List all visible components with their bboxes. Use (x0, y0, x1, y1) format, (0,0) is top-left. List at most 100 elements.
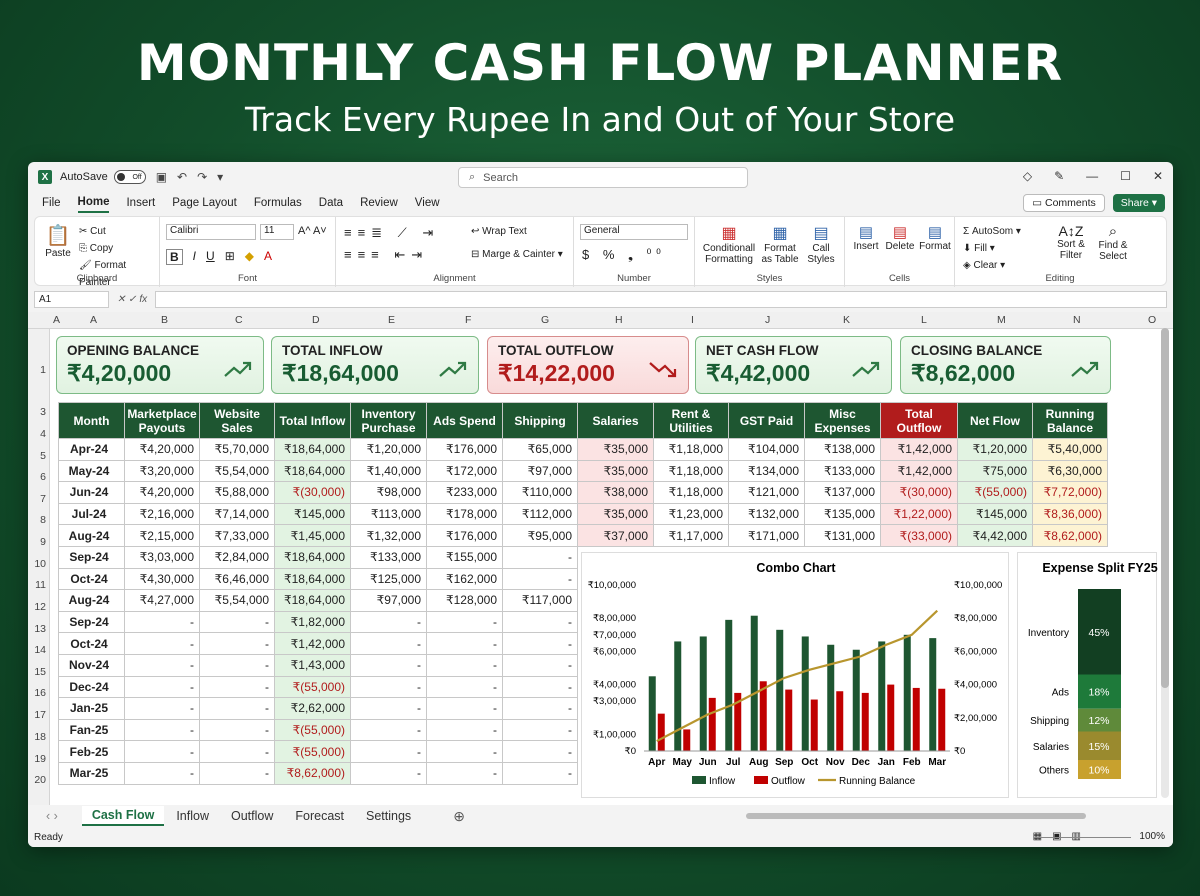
table-cell[interactable]: ₹1,40,000 (350, 459, 427, 483)
table-cell[interactable]: - (502, 567, 578, 591)
sheet-tab-settings[interactable]: Settings (356, 807, 421, 825)
column-title[interactable]: Rent & Utilities (653, 402, 729, 439)
row-header[interactable]: 7 (40, 493, 46, 505)
table-cell[interactable]: - (502, 718, 578, 742)
column-header[interactable]: B (161, 314, 168, 326)
border-icon[interactable]: ⊞ (225, 249, 235, 265)
table-cell[interactable]: ₹35,000 (577, 438, 654, 461)
table-cell[interactable]: - (124, 761, 200, 785)
wrap-text-button[interactable]: ↩ Wrap Text (471, 226, 527, 237)
table-cell[interactable]: ₹4,20,000 (124, 438, 200, 461)
table-cell[interactable]: ₹132,000 (728, 502, 805, 526)
table-cell[interactable]: ₹1,32,000 (350, 524, 427, 547)
column-title[interactable]: Total Outflow (880, 402, 958, 439)
number-format-select[interactable]: General (580, 224, 688, 240)
outflow-bar[interactable] (912, 687, 920, 751)
table-cell[interactable]: ₹155,000 (426, 545, 503, 569)
table-cell[interactable]: ₹6,30,000 (1032, 459, 1108, 483)
search-input[interactable]: ⌕ Search (458, 167, 748, 188)
sheet-tab-forecast[interactable]: Forecast (285, 807, 354, 825)
font-color-icon[interactable]: A (264, 249, 272, 265)
row-header[interactable]: 5 (40, 450, 46, 462)
table-cell[interactable]: ₹35,000 (577, 502, 654, 526)
table-cell[interactable]: ₹18,64,000 (274, 459, 351, 483)
table-cell[interactable]: ₹121,000 (728, 481, 805, 504)
outflow-bar[interactable] (861, 692, 869, 751)
italic-icon[interactable]: I (193, 249, 196, 265)
column-title[interactable]: Salaries (577, 402, 654, 439)
table-cell[interactable]: ₹1,82,000 (274, 610, 351, 634)
table-cell[interactable]: ₹125,000 (350, 567, 427, 591)
table-cell[interactable]: ₹138,000 (804, 438, 881, 461)
table-cell[interactable]: - (199, 718, 275, 742)
fill-button[interactable]: ⬇ Fill ▾ (963, 240, 1021, 257)
table-cell[interactable]: ₹(33,000) (880, 524, 958, 547)
table-cell[interactable]: ₹4,20,000 (124, 481, 200, 504)
insert-cells-button[interactable]: ▤ Insert (851, 223, 881, 252)
row-header[interactable]: 19 (34, 753, 46, 765)
column-header[interactable]: A (53, 314, 60, 326)
column-title[interactable]: Net Flow (957, 402, 1033, 439)
table-cell[interactable]: ₹6,46,000 (199, 567, 275, 591)
table-cell[interactable]: May-24 (58, 459, 125, 483)
table-cell[interactable]: ₹4,27,000 (124, 589, 200, 612)
row-header[interactable]: 16 (34, 687, 46, 699)
table-cell[interactable]: ₹145,000 (274, 502, 351, 526)
redo-icon[interactable]: ↷ (197, 170, 207, 184)
formula-input[interactable] (155, 290, 1167, 308)
table-cell[interactable]: ₹112,000 (502, 502, 578, 526)
table-cell[interactable]: - (502, 740, 578, 763)
outflow-bar[interactable] (887, 684, 895, 751)
table-cell[interactable]: - (199, 632, 275, 655)
table-cell[interactable]: ₹8,62,000) (274, 761, 351, 785)
table-cell[interactable]: ₹18,64,000 (274, 438, 351, 461)
table-cell[interactable]: Jan-25 (58, 697, 125, 720)
expense-split-chart[interactable]: Expense Split FY25 45% Inventory 18% Ads 12% S… (1017, 552, 1158, 798)
maximize-icon[interactable]: ☐ (1120, 169, 1131, 183)
table-cell[interactable]: - (350, 740, 427, 763)
table-cell[interactable]: ₹2,62,000 (274, 697, 351, 720)
table-cell[interactable]: - (426, 718, 503, 742)
clear-button[interactable]: ◈ Clear ▾ (963, 257, 1021, 274)
table-cell[interactable]: - (350, 653, 427, 677)
table-cell[interactable]: ₹(55,000) (274, 675, 351, 699)
table-cell[interactable]: ₹(55,000) (274, 718, 351, 742)
table-cell[interactable]: ₹1,20,000 (350, 438, 427, 461)
column-header[interactable]: I (691, 314, 694, 326)
column-header[interactable]: J (765, 314, 770, 326)
inflow-bar[interactable] (903, 634, 911, 751)
table-cell[interactable]: - (350, 632, 427, 655)
table-cell[interactable]: ₹1,17,000 (653, 524, 729, 547)
table-cell[interactable]: Oct-24 (58, 567, 125, 591)
spreadsheet-grid[interactable]: AABCDEFGHIJKLMNO 1 3 4 5 6 7 8 9 10 11 12 13 14 15 16 1… (28, 312, 1173, 805)
table-cell[interactable]: Oct-24 (58, 632, 125, 655)
table-cell[interactable]: ₹110,000 (502, 481, 578, 504)
outflow-bar[interactable] (683, 729, 691, 751)
zoom-slider[interactable] (1035, 837, 1131, 838)
cut-button[interactable]: ✂ Cut (79, 223, 159, 240)
table-cell[interactable]: ₹171,000 (728, 524, 805, 547)
autosave-toggle[interactable]: Off (113, 170, 146, 184)
pen-icon[interactable]: ✎ (1054, 169, 1064, 183)
table-cell[interactable]: - (199, 610, 275, 634)
row-header[interactable]: 15 (34, 666, 46, 678)
column-title[interactable]: Ads Spend (426, 402, 503, 439)
table-cell[interactable]: - (124, 610, 200, 634)
cell-styles-button[interactable]: ▤ Call Styles (801, 223, 841, 265)
name-box[interactable]: A1 (34, 290, 109, 308)
table-cell[interactable]: ₹1,45,000 (274, 524, 351, 547)
outflow-bar[interactable] (657, 713, 665, 751)
table-cell[interactable]: Aug-24 (58, 589, 125, 612)
table-cell[interactable]: ₹176,000 (426, 438, 503, 461)
table-cell[interactable]: - (502, 610, 578, 634)
table-cell[interactable]: Aug-24 (58, 524, 125, 547)
customize-icon[interactable]: ▾ (217, 170, 223, 184)
inflow-bar[interactable] (699, 636, 707, 751)
table-cell[interactable]: Sep-24 (58, 610, 125, 634)
currency-icon[interactable]: $ % ❟ ⁰⁰ (582, 247, 666, 263)
table-cell[interactable]: ₹8,36,000) (1032, 502, 1108, 526)
table-cell[interactable]: - (426, 740, 503, 763)
inflow-bar[interactable] (725, 619, 733, 751)
column-header[interactable]: C (235, 314, 243, 326)
inflow-bar[interactable] (750, 615, 758, 751)
